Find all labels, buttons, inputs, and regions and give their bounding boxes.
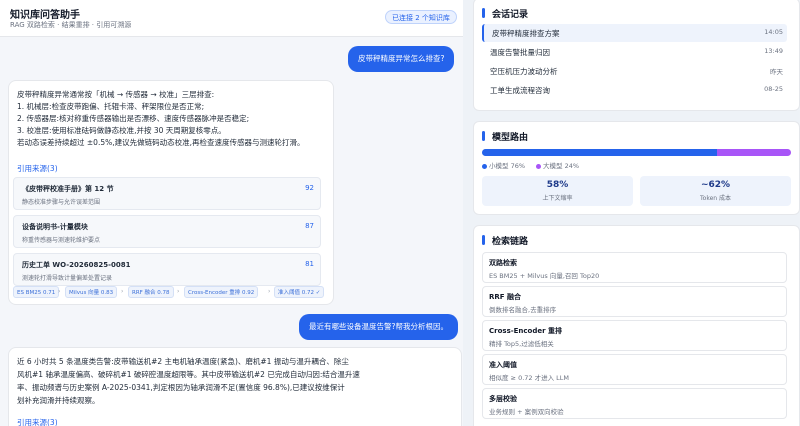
legend-small: 小模型 76% bbox=[482, 160, 525, 170]
reference-desc: 测速轮打滑导致计量偏差处置记录 bbox=[22, 275, 113, 282]
chat-header: 知识库问答助手 RAG 双路检索 · 结果重排 · 引用可溯源 已连接 2 个知… bbox=[0, 0, 463, 37]
legend-large: 大模型 24% bbox=[536, 160, 579, 170]
pipeline-panel: 检索链路 双路检索 ES BM25 + Milvus 向量,召回 Top20 R… bbox=[473, 225, 800, 426]
step-title: 双路检索 bbox=[489, 259, 517, 267]
history-item-label: 工单生成流程咨询 bbox=[490, 86, 550, 95]
legend-small-label: 小模型 76% bbox=[489, 162, 526, 170]
arrow-icon: › bbox=[121, 288, 124, 295]
answer-line: 风机#1 轴承温度偏高、破碎机#1 破碎腔温度超限等。其中皮带输送机#2 已完成… bbox=[17, 370, 360, 379]
history-item[interactable]: 空压机压力波动分析 昨天 bbox=[482, 62, 787, 80]
stat-token: ~62% Token 成本 bbox=[640, 176, 791, 206]
step-desc: 精排 Top5,过滤低相关 bbox=[489, 340, 554, 348]
answer-line: 2. 传感器层:核对称重传感器输出是否漂移、速度传感器脉冲是否稳定; bbox=[17, 114, 250, 123]
stat-value: ~62% bbox=[700, 180, 731, 190]
legend-dot bbox=[536, 163, 541, 169]
reference-card[interactable]: 《皮带秤校准手册》第 12 节 静态校准步骤与允许误差范围 92 bbox=[13, 177, 321, 210]
reference-title: 历史工单 WO-20260825-0081 bbox=[22, 261, 131, 269]
history-item-time: 昨天 bbox=[770, 68, 783, 76]
knowledge-base-badge[interactable]: 已连接 2 个知识库 bbox=[385, 10, 457, 24]
chip-milvus: Milvus 向量 0.83 bbox=[65, 286, 118, 298]
pipeline-title: 检索链路 bbox=[492, 237, 529, 247]
stat-context: 58% 上下文缩率 bbox=[482, 176, 633, 206]
step-desc: 相似度 ≥ 0.72 才进入 LLM bbox=[489, 374, 570, 382]
routing-panel: 模型路由 小模型 76% 大模型 24% 58% 上下文缩率 ~62% Toke… bbox=[473, 121, 800, 215]
step-title: 多层校验 bbox=[489, 395, 517, 403]
routing-title: 模型路由 bbox=[492, 133, 529, 143]
arrow-icon: › bbox=[58, 288, 61, 295]
reference-score: 81 bbox=[305, 260, 314, 268]
references-title[interactable]: 引用来源(3) bbox=[17, 417, 58, 426]
assistant-message: 近 6 小时共 5 条温度类告警:皮带输送机#2 主电机轴承温度(紧急)、磨机#… bbox=[8, 347, 462, 426]
retrieval-chips: ES BM25 0.71 › Milvus 向量 0.83 › RRF 融合 0… bbox=[13, 286, 333, 298]
step-desc: 业务规则 + 案例双向校验 bbox=[489, 408, 564, 416]
answer-line: 近 6 小时共 5 条温度类告警:皮带输送机#2 主电机轴承温度(紧急)、磨机#… bbox=[17, 357, 349, 366]
routing-fill-large bbox=[716, 149, 791, 156]
history-item[interactable]: 工单生成流程咨询 08-25 bbox=[482, 81, 787, 99]
chat-area: 知识库问答助手 RAG 双路检索 · 结果重排 · 引用可溯源 已连接 2 个知… bbox=[0, 0, 463, 426]
step-desc: ES BM25 + Milvus 向量,召回 Top20 bbox=[489, 272, 600, 280]
app-subtitle: RAG 双路检索 · 结果重排 · 引用可溯源 bbox=[10, 21, 132, 29]
reference-title: 《皮带秤校准手册》第 12 节 bbox=[22, 185, 114, 193]
step-title: RRF 融合 bbox=[489, 293, 521, 301]
routing-progress bbox=[482, 149, 791, 156]
history-item-label: 温度告警批量归因 bbox=[490, 48, 550, 57]
reference-score: 87 bbox=[305, 222, 314, 230]
answer-line: 3. 校准层:使用标准砝码做静态校准,并按 30 天周期复核零点。 bbox=[17, 126, 226, 135]
chip-rerank: Cross-Encoder 重排 0.92 bbox=[184, 286, 259, 298]
history-item-time: 08-25 bbox=[764, 85, 783, 93]
pipeline-step: 多层校验 业务规则 + 案例双向校验 bbox=[482, 388, 787, 419]
pipeline-step: Cross-Encoder 重排 精排 Top5,过滤低相关 bbox=[482, 320, 787, 351]
panel-accent bbox=[482, 235, 485, 245]
history-item[interactable]: 温度告警批量归因 13:49 bbox=[482, 43, 787, 61]
chip-threshold: 准入阈值 0.72 ✓ bbox=[274, 286, 325, 298]
reference-desc: 称重传感器与测速轮维护要点 bbox=[22, 237, 101, 244]
history-item-time: 14:05 bbox=[764, 28, 783, 36]
step-title: Cross-Encoder 重排 bbox=[489, 327, 563, 335]
answer-line: 若动态误差持续超过 ±0.5%,建议先做链码动态校准,再检查速度传感器与测速轮打… bbox=[17, 138, 305, 147]
user-message: 皮带秤精度异常怎么排查? bbox=[348, 46, 455, 72]
reference-card[interactable]: 历史工单 WO-20260825-0081 测速轮打滑导致计量偏差处置记录 81 bbox=[13, 253, 321, 286]
answer-line: 划补充润滑并持续观察。 bbox=[17, 396, 100, 405]
answer-line: 皮带秤精度异常通常按「机械 → 传感器 → 校准」三层排查: bbox=[17, 90, 215, 99]
stat-label: 上下文缩率 bbox=[542, 195, 573, 202]
pipeline-step: RRF 融合 倒数排名融合,去重排序 bbox=[482, 286, 787, 317]
stat-value: 58% bbox=[546, 180, 569, 190]
arrow-icon: › bbox=[268, 288, 271, 295]
routing-fill-small bbox=[482, 149, 717, 156]
chip-rrf: RRF 融合 0.78 bbox=[128, 286, 174, 298]
history-item[interactable]: 皮带秤精度排查方案 14:05 bbox=[482, 24, 787, 42]
chip-bm25: ES BM25 0.71 bbox=[13, 286, 60, 298]
user-message: 最近有哪些设备温度告警?帮我分析根因。 bbox=[299, 314, 458, 340]
pipeline-step: 准入阈值 相似度 ≥ 0.72 才进入 LLM bbox=[482, 354, 787, 385]
legend-large-label: 大模型 24% bbox=[543, 162, 580, 170]
reference-score: 92 bbox=[305, 184, 314, 192]
reference-title: 设备说明书-计量模块 bbox=[22, 223, 88, 231]
assistant-message: 皮带秤精度异常通常按「机械 → 传感器 → 校准」三层排查: 1. 机械层:检查… bbox=[8, 80, 334, 305]
reference-card[interactable]: 设备说明书-计量模块 称重传感器与测速轮维护要点 87 bbox=[13, 215, 321, 248]
stat-label: Token 成本 bbox=[700, 195, 731, 202]
reference-desc: 静态校准步骤与允许误差范围 bbox=[22, 199, 101, 206]
history-title: 会话记录 bbox=[492, 10, 529, 20]
arrow-icon: › bbox=[177, 288, 180, 295]
history-item-label: 皮带秤精度排查方案 bbox=[492, 29, 560, 38]
pipeline-step: 双路检索 ES BM25 + Milvus 向量,召回 Top20 bbox=[482, 252, 787, 283]
panel-accent bbox=[482, 8, 485, 18]
step-desc: 倒数排名融合,去重排序 bbox=[489, 306, 557, 314]
answer-line: 率、振动频谱与历史案例 A-2025-0341,判定根因为轴承润滑不足(置信度 … bbox=[17, 383, 345, 392]
panel-accent bbox=[482, 131, 485, 141]
history-item-time: 13:49 bbox=[764, 47, 783, 55]
history-item-label: 空压机压力波动分析 bbox=[490, 67, 558, 76]
history-panel: 会话记录 皮带秤精度排查方案 14:05 温度告警批量归因 13:49 空压机压… bbox=[473, 0, 800, 111]
references-title[interactable]: 引用来源(3) bbox=[17, 163, 58, 174]
app-title: 知识库问答助手 bbox=[10, 10, 80, 21]
step-title: 准入阈值 bbox=[489, 361, 517, 369]
legend-dot bbox=[482, 163, 487, 169]
answer-line: 1. 机械层:检查皮带跑偏、托辊卡滞、秤架限位是否正常; bbox=[17, 102, 205, 111]
